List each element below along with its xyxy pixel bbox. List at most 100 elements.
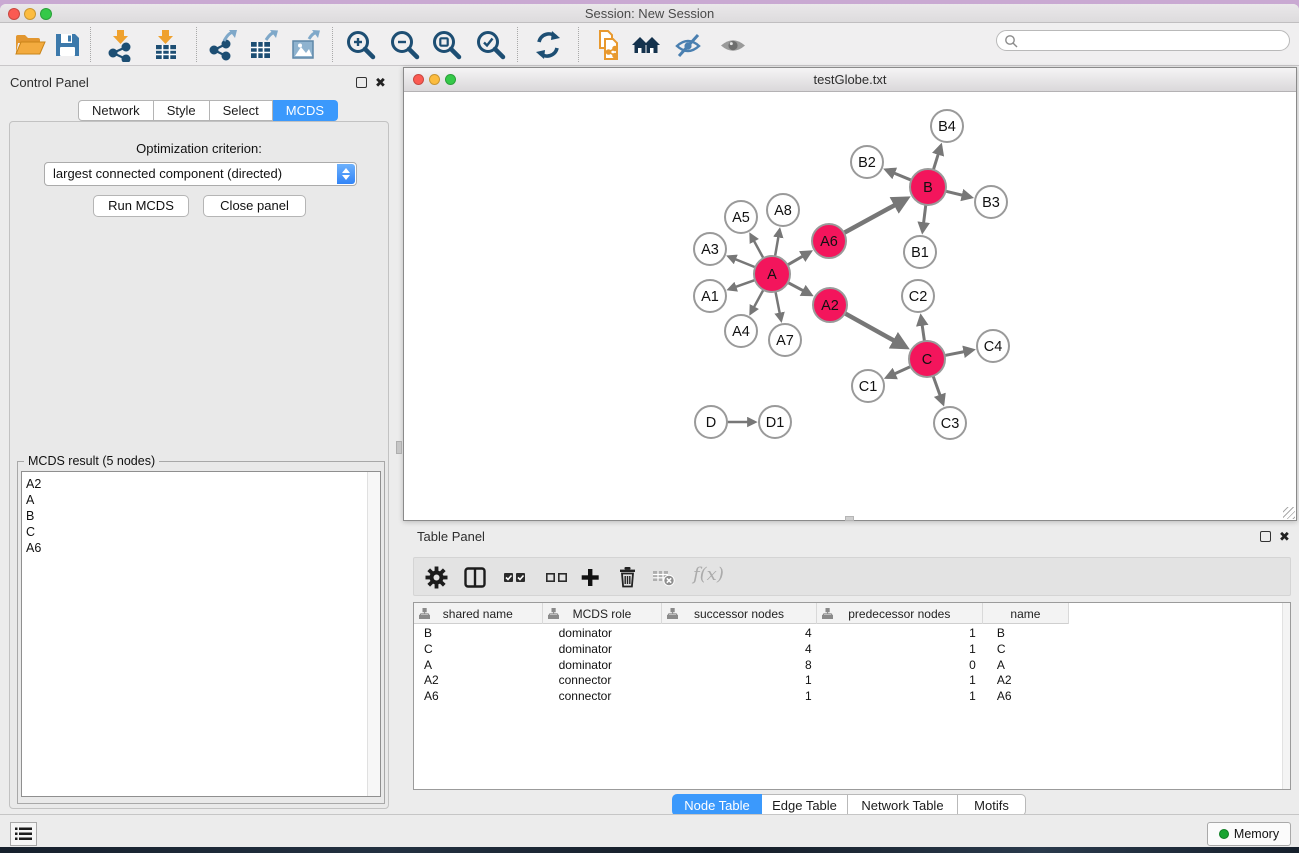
table-cell[interactable]: 1: [817, 673, 983, 689]
float-panel-icon[interactable]: [356, 77, 367, 88]
delete-table-icon[interactable]: [652, 566, 676, 589]
table-cell[interactable]: C: [414, 642, 543, 658]
tab-node-table[interactable]: Node Table: [672, 794, 762, 816]
graph-edge-B-B4[interactable]: [933, 146, 941, 171]
graph-edge-A-A3[interactable]: [729, 256, 757, 267]
table-cell[interactable]: 1: [817, 642, 983, 658]
horizontal-scroll-thumb[interactable]: [845, 516, 854, 521]
tab-select[interactable]: Select: [210, 100, 273, 121]
zoom-out-icon[interactable]: [388, 28, 422, 62]
column-header-name[interactable]: name: [983, 603, 1069, 624]
table-cell[interactable]: connector: [543, 689, 663, 705]
mcds-result-item[interactable]: B: [26, 508, 380, 524]
graph-edge-A-A6[interactable]: [787, 252, 811, 266]
table-row[interactable]: Adominator80A: [414, 658, 1069, 674]
mcds-result-item[interactable]: C: [26, 524, 380, 540]
show-columns-icon[interactable]: [463, 566, 487, 589]
unselect-all-icon[interactable]: [545, 566, 569, 589]
table-cell[interactable]: dominator: [543, 626, 663, 642]
duplicate-network-icon[interactable]: [592, 28, 626, 62]
eye-icon[interactable]: [716, 28, 750, 62]
add-icon[interactable]: [578, 566, 602, 589]
table-cell[interactable]: A: [414, 658, 543, 674]
column-header-predecessor-nodes[interactable]: predecessor nodes: [817, 603, 983, 624]
table-row[interactable]: A2connector11A2: [414, 673, 1069, 689]
table-cell[interactable]: A6: [414, 689, 543, 705]
export-image-icon[interactable]: [288, 28, 322, 62]
delete-icon[interactable]: [616, 566, 639, 589]
table-cell[interactable]: A2: [414, 673, 543, 689]
close-panel-button[interactable]: Close panel: [203, 195, 306, 217]
zoom-selected-icon[interactable]: [474, 28, 508, 62]
mcds-result-item[interactable]: A: [26, 492, 380, 508]
graph-edge-C-C3[interactable]: [933, 375, 943, 404]
graph-edge-A-A8[interactable]: [775, 230, 780, 258]
table-cell[interactable]: 0: [817, 658, 983, 674]
graph-edge-B-B1[interactable]: [923, 204, 926, 232]
table-cell[interactable]: 1: [817, 689, 983, 705]
import-table-icon[interactable]: [149, 28, 183, 62]
table-cell[interactable]: B: [983, 626, 1069, 642]
table-cell[interactable]: C: [983, 642, 1069, 658]
table-row[interactable]: Cdominator41C: [414, 642, 1069, 658]
graph-edge-C-C1[interactable]: [887, 366, 912, 377]
graph-edge-A-A2[interactable]: [787, 282, 811, 295]
tab-network[interactable]: Network: [78, 100, 154, 121]
table-cell[interactable]: 8: [662, 658, 816, 674]
mcds-result-item[interactable]: A2: [26, 476, 380, 492]
table-cell[interactable]: B: [414, 626, 543, 642]
table-cell[interactable]: A: [983, 658, 1069, 674]
table-cell[interactable]: 1: [662, 673, 816, 689]
export-network-icon[interactable]: [205, 28, 239, 62]
graph-edge-A-A1[interactable]: [729, 280, 756, 290]
memory-button[interactable]: Memory: [1207, 822, 1291, 846]
close-panel-icon[interactable]: ✖: [1279, 531, 1290, 542]
table-cell[interactable]: 4: [662, 626, 816, 642]
float-panel-icon[interactable]: [1260, 531, 1271, 542]
open-session-icon[interactable]: [12, 28, 46, 62]
table-cell[interactable]: 1: [662, 689, 816, 705]
table-cell[interactable]: A6: [983, 689, 1069, 705]
graph-edge-C-C2[interactable]: [921, 316, 925, 342]
graph-edge-C-C4[interactable]: [944, 350, 973, 356]
table-row[interactable]: A6connector11A6: [414, 689, 1069, 705]
import-network-icon[interactable]: [104, 28, 138, 62]
export-table-icon[interactable]: [246, 28, 280, 62]
tab-style[interactable]: Style: [154, 100, 210, 121]
graph-edge-A-A7[interactable]: [775, 291, 781, 321]
zoom-in-icon[interactable]: [344, 28, 378, 62]
graph-edge-B-B3[interactable]: [945, 191, 971, 197]
select-all-icon[interactable]: [503, 566, 527, 589]
graph-edge-B-B2[interactable]: [886, 170, 912, 181]
graph-edge-A-A4[interactable]: [751, 289, 764, 313]
table-cell[interactable]: 1: [817, 626, 983, 642]
refresh-icon[interactable]: [531, 28, 565, 62]
zoom-fit-icon[interactable]: [430, 28, 464, 62]
table-cell[interactable]: dominator: [543, 642, 663, 658]
criterion-select[interactable]: largest connected component (directed): [44, 162, 357, 186]
resize-grip[interactable]: [1283, 507, 1295, 519]
table-scrollbar[interactable]: [1282, 603, 1290, 789]
column-header-MCDS-role[interactable]: MCDS role: [543, 603, 663, 624]
graph-edge-A2-C[interactable]: [844, 313, 906, 347]
settings-gear-icon[interactable]: [425, 566, 448, 589]
table-cell[interactable]: A2: [983, 673, 1069, 689]
table-cell[interactable]: 4: [662, 642, 816, 658]
table-cell[interactable]: connector: [543, 673, 663, 689]
mcds-result-scrollbar[interactable]: [367, 472, 380, 796]
graph-edge-A6-B[interactable]: [843, 199, 907, 234]
mcds-result-item[interactable]: A6: [26, 540, 380, 556]
column-header-shared-name[interactable]: shared name: [414, 603, 543, 624]
vertical-scroll-thumb[interactable]: [396, 441, 402, 454]
home-icon[interactable]: [630, 28, 664, 62]
run-mcds-button[interactable]: Run MCDS: [93, 195, 189, 217]
tab-mcds[interactable]: MCDS: [273, 100, 338, 121]
tab-network-table[interactable]: Network Table: [848, 794, 958, 816]
network-graph[interactable]: AA1A2A3A4A5A6A7A8BB1B2B3B4CC1C2C3C4DD1: [404, 92, 1296, 520]
search-input[interactable]: [1021, 32, 1281, 49]
table-cell[interactable]: dominator: [543, 658, 663, 674]
task-history-button[interactable]: [10, 822, 37, 846]
graph-edge-A-A5[interactable]: [751, 235, 764, 259]
search-field[interactable]: [996, 30, 1290, 51]
close-panel-icon[interactable]: ✖: [375, 77, 386, 88]
